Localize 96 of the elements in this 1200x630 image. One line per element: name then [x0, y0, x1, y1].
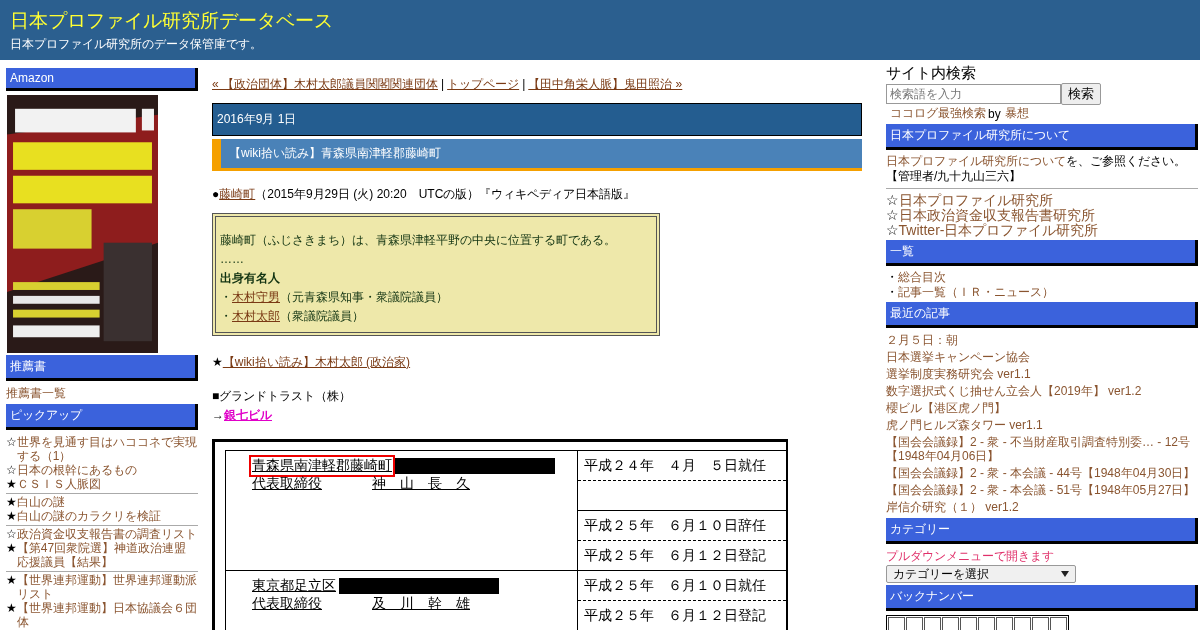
- building-link[interactable]: 銀七ビル: [224, 408, 272, 422]
- dropdown-note: プルダウンメニューで開きます: [886, 548, 1055, 565]
- person-name: 及 川 幹 雄: [372, 595, 470, 611]
- section-heading: ピックアップ: [6, 404, 198, 430]
- search-heading: サイト内検索: [886, 64, 977, 83]
- role-text: 代表取締役: [252, 595, 322, 611]
- role-text: 代表取締役: [252, 475, 322, 491]
- bullet: ・: [886, 270, 898, 284]
- star-icon: ★: [212, 355, 223, 369]
- star-icon: ☆: [886, 222, 899, 238]
- section-heading: 推薦書: [6, 355, 198, 381]
- section-heading: バックナンバー: [886, 585, 1198, 611]
- section-heading: Amazon: [6, 68, 198, 91]
- section-heading: 日本プロファイル研究所について: [886, 124, 1198, 150]
- separator: |: [441, 77, 445, 91]
- sidebar-link[interactable]: 【第47回衆院選】神道政治連盟応援議員【結果】: [16, 541, 198, 569]
- address-text: 東京都足立区: [251, 576, 337, 595]
- search-engine-link[interactable]: ココログ最強検索: [890, 105, 986, 122]
- address-text: 青森県南津軽郡藤崎町: [249, 455, 395, 477]
- bullet: ・: [886, 285, 898, 299]
- next-link[interactable]: 【田中角栄人脈】鬼田照治 »: [528, 77, 683, 91]
- star-icon: ☆: [6, 463, 17, 477]
- person-link[interactable]: 木村太郎: [232, 309, 280, 323]
- sidebar-link[interactable]: 世界を見通す目はハココネで実現する（1）: [16, 435, 198, 463]
- star-icon: ★: [6, 573, 17, 601]
- search-field[interactable]: 検索語を入力: [886, 84, 1061, 104]
- article-link[interactable]: 【国会会議録】2 - 衆 - 不当財産取引調査特別委… - 12号【1948年04月06日】: [886, 435, 1198, 463]
- star-icon: ★: [6, 509, 17, 523]
- person-link[interactable]: 木村守男: [232, 290, 280, 304]
- article-link[interactable]: ２月５日：朝: [886, 333, 1198, 347]
- article-link[interactable]: 虎ノ門ヒルズ森タワー ver1.1: [886, 418, 1198, 432]
- date-heading: 2016年9月 1日: [212, 103, 862, 136]
- section-heading: 最近の記事: [886, 302, 1198, 328]
- article-link[interactable]: 日本選挙キャンペーン協会: [886, 350, 1198, 364]
- site-link[interactable]: 日本プロファイル研究所: [898, 192, 1053, 208]
- index-link[interactable]: 総合目次: [898, 270, 946, 284]
- star-icon: ☆: [6, 527, 17, 541]
- caret-icon: [1061, 571, 1069, 577]
- star-icon: ★: [6, 477, 17, 491]
- sidebar-link[interactable]: ＣＳＩＳ人脈図: [16, 477, 101, 491]
- date-entry: 平成２５年 ６月１０日就任: [583, 577, 766, 593]
- star-icon: ☆: [6, 435, 17, 463]
- section-heading: 一覧: [886, 240, 1198, 266]
- star-icon: ★: [6, 541, 17, 569]
- sidebar-link[interactable]: 日本の根幹にあるもの: [16, 463, 137, 477]
- sidebar-link[interactable]: 【世界連邦運動】世界連邦運動派リスト: [16, 573, 198, 601]
- sidebar-link[interactable]: 推薦書一覧: [6, 385, 198, 402]
- sidebar-link[interactable]: 白山の謎: [16, 495, 65, 509]
- admin-text: 【管理者/九十九山三六】: [886, 169, 1023, 184]
- quote-heading: 出身有名人: [220, 270, 281, 287]
- section-heading: カテゴリー: [886, 518, 1198, 544]
- date-entry: 平成２５年 ６月１２日登記: [583, 547, 766, 563]
- article-link[interactable]: 櫻ビル【港区虎ノ門】: [886, 401, 1198, 415]
- site-subtitle: 日本プロファイル研究所のデータ保管庫です。: [10, 36, 262, 53]
- person-note: （衆議院議員）: [280, 309, 364, 323]
- star-icon: ★: [6, 601, 17, 629]
- bullet: ●: [212, 187, 220, 201]
- date-entry: 平成２４年 ４月 ５日就任: [583, 457, 766, 473]
- star-icon: ☆: [886, 207, 899, 223]
- by-text: by: [988, 106, 1001, 121]
- star-icon: ★: [6, 495, 17, 509]
- sidebar-link[interactable]: 【世界連邦運動】日本協議会６団体: [16, 601, 198, 629]
- person-note: （元青森県知事・衆議院議員）: [280, 290, 448, 304]
- date-entry: 平成２５年 ６月１２日登記: [583, 607, 766, 623]
- bullet: ・: [220, 290, 232, 304]
- article-link[interactable]: 選挙制度実務研究会 ver1.1: [886, 367, 1198, 381]
- about-text: を、ご参照ください。: [1066, 154, 1186, 168]
- top-page-link[interactable]: トップページ: [447, 77, 520, 91]
- previous-link[interactable]: « 【政治団体】木村太郎議員関閣関連団体: [212, 77, 438, 91]
- article-title: 【wiki拾い読み】青森県南津軽郡藤崎町: [212, 139, 862, 171]
- bullet: ・: [220, 309, 232, 323]
- ellipsis: ……: [220, 251, 245, 268]
- source-text: （2015年9月29日 (火) 20:20 UTCの版）『ウィキペディア日本語版』: [255, 187, 636, 201]
- article-link[interactable]: 岸信介研究（１） ver1.2: [886, 500, 1198, 514]
- article-link[interactable]: 【国会会議録】2 - 衆 - 本会議 - 44号【1948年04月30日】: [886, 466, 1198, 480]
- article-link[interactable]: 数字選択式くじ抽せん立会人【2019年】 ver1.2: [886, 384, 1198, 398]
- site-link[interactable]: Twitter-日本プロファイル研究所: [898, 222, 1099, 238]
- site-title[interactable]: 日本プロファイル研究所データベース: [10, 8, 333, 34]
- search-button[interactable]: 検索: [1061, 83, 1101, 105]
- author-link[interactable]: 暴想: [1004, 105, 1029, 122]
- company-name: ■グランドトラスト（株）: [212, 389, 352, 403]
- related-link[interactable]: 【wiki拾い読み】木村太郎 (政治家): [222, 355, 411, 369]
- article-link[interactable]: 【国会会議録】2 - 衆 - 本会議 - 51号【1948年05月27日】: [886, 483, 1198, 497]
- index-link[interactable]: 記事一覧（ＩＲ・ニュース）: [898, 285, 1054, 299]
- arrow: →: [212, 408, 224, 422]
- separator: |: [522, 77, 526, 91]
- site-link[interactable]: 日本政治資金収支報告書研究所: [898, 207, 1095, 223]
- star-icon: ☆: [886, 192, 899, 208]
- quote-text: 藤崎町（ふじさきまち）は、青森県津軽平野の中央に位置する町である。: [220, 232, 617, 249]
- category-select[interactable]: カテゴリーを選択: [886, 565, 1076, 583]
- sidebar-link[interactable]: 白山の謎のカラクリを検証: [16, 509, 161, 523]
- about-link[interactable]: 日本プロファイル研究所について: [886, 154, 1066, 168]
- person-name: 神 山 長 久: [372, 475, 470, 491]
- sidebar-link[interactable]: 政治資金収支報告書の調査リスト: [16, 527, 197, 541]
- article-link[interactable]: 藤崎町: [219, 187, 256, 201]
- date-entry: 平成２５年 ６月１０日辞任: [583, 517, 766, 533]
